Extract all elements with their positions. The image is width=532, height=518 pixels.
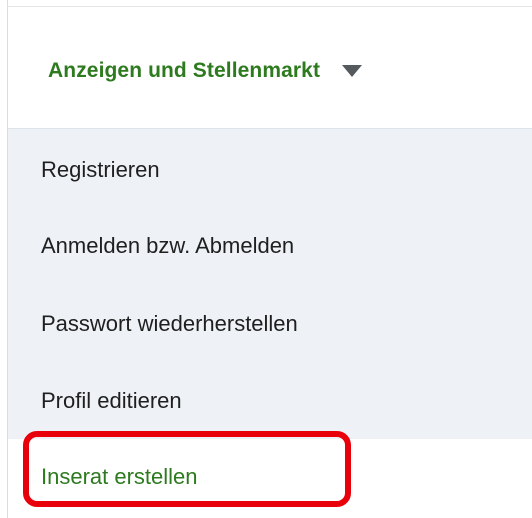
menu-item-registrieren[interactable]: Registrieren — [41, 157, 160, 183]
caret-down-icon[interactable] — [342, 65, 362, 77]
menu-header-anzeigen[interactable]: Anzeigen und Stellenmarkt — [8, 7, 532, 127]
menu-item-profil-editieren[interactable]: Profil editieren — [41, 388, 182, 414]
submenu-panel: Registrieren Anmelden bzw. Abmelden Pass… — [8, 128, 532, 439]
menu-item-passwort-wiederherstellen[interactable]: Passwort wiederherstellen — [41, 311, 298, 337]
menu-item-anmelden-abmelden[interactable]: Anmelden bzw. Abmelden — [41, 233, 294, 259]
menu-header-label: Anzeigen und Stellenmarkt — [48, 59, 321, 82]
menu-item-inserat-erstellen[interactable]: Inserat erstellen — [41, 464, 198, 490]
navigation-menu: Anzeigen und Stellenmarkt Registrieren A… — [0, 0, 532, 518]
